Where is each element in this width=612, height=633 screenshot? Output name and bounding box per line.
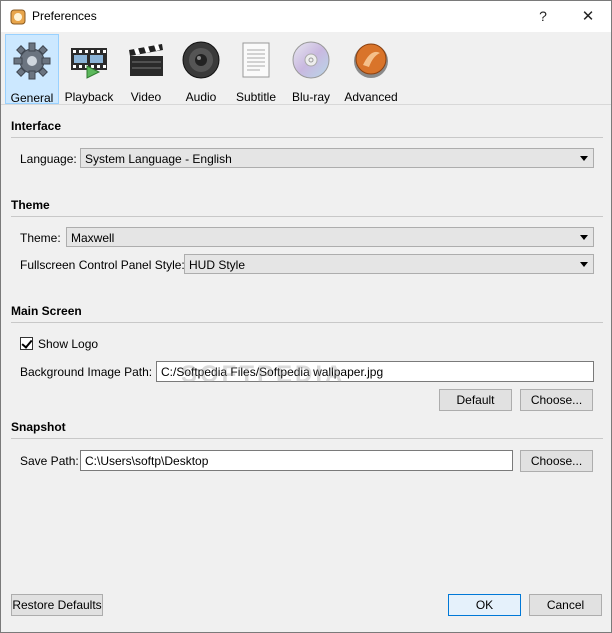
interface-heading: Interface (11, 119, 62, 133)
tab-label: Blu-ray (291, 90, 330, 104)
window-title: Preferences (32, 9, 97, 23)
panel-style-label: Fullscreen Control Panel Style: (20, 258, 185, 272)
app-icon (10, 9, 26, 25)
tab-subtitle[interactable]: Subtitle (229, 34, 283, 104)
cancel-button[interactable]: Cancel (529, 594, 602, 616)
show-logo-label: Show Logo (38, 337, 99, 351)
language-dropdown[interactable]: System Language - English (80, 148, 594, 168)
watermark: SOFTPEDIA (181, 361, 346, 388)
tab-playback[interactable]: Playback (61, 34, 117, 104)
gear-icon (13, 42, 51, 80)
title-bar: Preferences ? ✕ (1, 1, 611, 32)
help-button[interactable]: ? (520, 1, 566, 32)
section-divider (11, 137, 603, 138)
snapshot-heading: Snapshot (11, 420, 66, 434)
choose-background-button[interactable]: Choose... (520, 389, 593, 411)
tab-audio[interactable]: Audio (175, 34, 227, 104)
theme-dropdown[interactable]: Maxwell (66, 227, 594, 247)
panel-style-value: HUD Style (189, 258, 246, 272)
ok-button[interactable]: OK (448, 594, 521, 616)
save-path-input[interactable]: C:\Users\softp\Desktop (80, 450, 513, 471)
document-icon (242, 42, 270, 78)
theme-heading: Theme (11, 198, 50, 212)
speaker-icon (182, 41, 220, 79)
language-label: Language: (20, 152, 77, 166)
panel-style-dropdown[interactable]: HUD Style (184, 254, 594, 274)
default-button[interactable]: Default (439, 389, 512, 411)
close-button[interactable]: ✕ (565, 1, 611, 32)
save-path-label: Save Path: (20, 454, 79, 468)
toolbar-divider (1, 104, 611, 105)
tab-general[interactable]: General (5, 34, 59, 105)
category-toolbar: General Playback Video Audio Subtitle Bl… (1, 32, 611, 105)
disc-icon (292, 41, 330, 79)
show-logo-checkbox[interactable] (20, 337, 33, 350)
theme-value: Maxwell (71, 231, 115, 245)
tab-advanced[interactable]: Advanced (339, 34, 403, 104)
tab-label: General (10, 91, 54, 105)
film-strip-icon (71, 48, 107, 79)
tab-blu-ray[interactable]: Blu-ray (285, 34, 337, 104)
tab-video[interactable]: Video (119, 34, 173, 104)
chevron-down-icon (580, 262, 588, 267)
preferences-window: Preferences ? ✕ General Playback Video A… (0, 0, 612, 633)
tab-label: Playback (64, 90, 114, 104)
section-divider (11, 322, 603, 323)
chevron-down-icon (580, 156, 588, 161)
language-value: System Language - English (85, 152, 232, 166)
main-screen-heading: Main Screen (11, 304, 82, 318)
clapperboard-icon (129, 44, 163, 76)
tab-label: Subtitle (235, 90, 277, 104)
tab-label: Video (130, 90, 162, 104)
background-path-label: Background Image Path: (20, 365, 153, 379)
advanced-icon (354, 43, 388, 78)
restore-defaults-button[interactable]: Restore Defaults (11, 594, 103, 616)
tab-label: Advanced (344, 90, 398, 104)
choose-save-path-button[interactable]: Choose... (520, 450, 593, 472)
section-divider (11, 216, 603, 217)
tab-label: Audio (185, 90, 217, 104)
checkmark-icon (21, 337, 33, 349)
theme-label: Theme: (20, 231, 61, 245)
chevron-down-icon (580, 235, 588, 240)
save-path-value: C:\Users\softp\Desktop (85, 454, 209, 468)
section-divider (11, 438, 603, 439)
